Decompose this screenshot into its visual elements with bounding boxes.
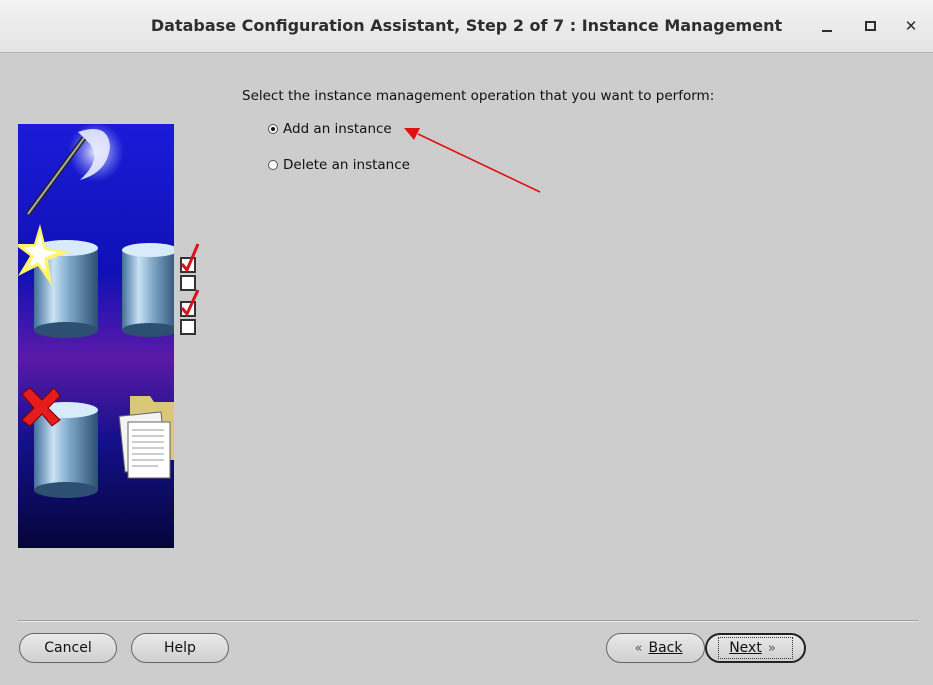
button-divider (18, 620, 918, 622)
cancel-label: Cancel (44, 640, 92, 656)
next-button[interactable]: Next » (705, 633, 806, 663)
next-chevron-icon: » (767, 640, 776, 656)
delete-instance-label: Delete an instance (283, 157, 410, 173)
back-label: Back (648, 640, 683, 656)
next-label: Next (729, 640, 762, 656)
checklist-icon (180, 243, 200, 335)
add-instance-label: Add an instance (283, 121, 392, 137)
add-instance-radio[interactable] (268, 124, 278, 134)
operation-prompt: Select the instance management operation… (242, 88, 715, 104)
add-instance-option[interactable]: Add an instance (268, 121, 392, 137)
help-label: Help (164, 640, 196, 656)
next-focus-ring: Next » (718, 637, 793, 659)
delete-instance-radio[interactable] (268, 160, 278, 170)
help-button[interactable]: Help (131, 633, 229, 663)
cancel-button[interactable]: Cancel (19, 633, 117, 663)
dbca-window: Database Configuration Assistant, Step 2… (0, 0, 933, 685)
wizard-illustration (18, 124, 174, 548)
maximize-button[interactable] (857, 13, 883, 39)
title-bar[interactable]: Database Configuration Assistant, Step 2… (0, 0, 933, 53)
close-button[interactable]: ✕ (898, 13, 924, 39)
back-button[interactable]: « Back (606, 633, 705, 663)
minimize-button[interactable] (814, 13, 840, 39)
back-chevron-icon: « (634, 640, 643, 656)
minimize-icon (822, 30, 832, 32)
close-icon: ✕ (904, 17, 918, 35)
wizard-illustration-graphic (18, 124, 174, 548)
delete-instance-option[interactable]: Delete an instance (268, 157, 410, 173)
maximize-icon (864, 21, 876, 31)
window-title: Database Configuration Assistant, Step 2… (150, 16, 783, 35)
